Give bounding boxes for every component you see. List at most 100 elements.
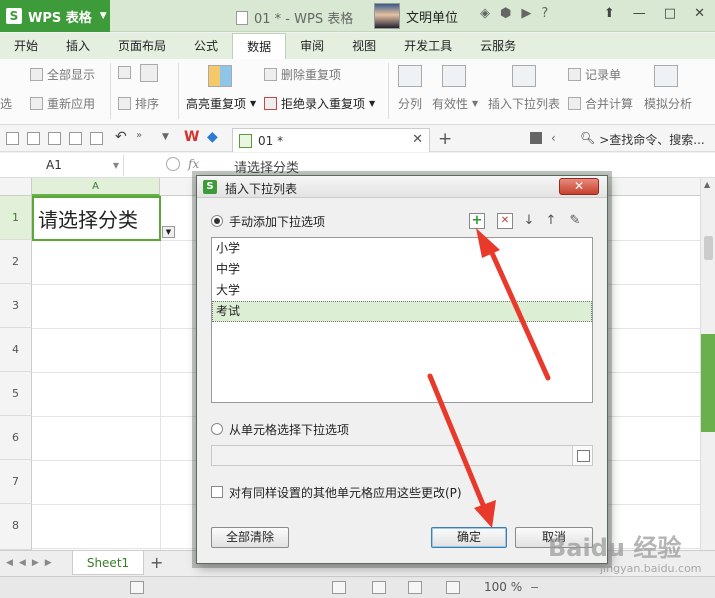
print-preview-icon[interactable] bbox=[48, 132, 61, 145]
restore-icon[interactable]: ⬆ bbox=[604, 6, 615, 21]
from-cells-radio[interactable] bbox=[211, 423, 223, 435]
close-icon[interactable]: ✕ bbox=[412, 132, 423, 147]
help-icon[interactable]: ? bbox=[541, 6, 548, 21]
save-icon[interactable] bbox=[27, 132, 40, 145]
tab-review[interactable]: 审阅 bbox=[286, 33, 338, 59]
maximize-button[interactable]: □ bbox=[664, 6, 676, 21]
simulate-button[interactable]: 模拟分析 bbox=[644, 95, 692, 112]
sheet-nav-arrows[interactable]: ◀◀▶▶ bbox=[6, 558, 58, 568]
eye-protect-icon[interactable] bbox=[446, 581, 460, 594]
split-button[interactable]: 分列 bbox=[398, 95, 422, 112]
insert-dropdown-button[interactable]: 插入下拉列表 bbox=[488, 95, 560, 112]
ok-button[interactable]: 确定 bbox=[431, 527, 507, 548]
list-item-selected[interactable]: 考试 bbox=[212, 301, 592, 322]
close-button[interactable]: ✕ bbox=[694, 6, 705, 21]
column-header-b[interactable] bbox=[160, 178, 200, 196]
wps-writer-icon[interactable]: W bbox=[184, 129, 199, 145]
cell-dropdown-button[interactable]: ▼ bbox=[162, 226, 175, 238]
zoom-icon[interactable] bbox=[166, 157, 180, 171]
clear-all-button[interactable]: 全部清除 bbox=[211, 527, 289, 548]
row-header-5[interactable]: 5 bbox=[0, 372, 32, 416]
list-item[interactable]: 中学 bbox=[212, 259, 592, 280]
share-icon[interactable]: ▶ bbox=[521, 6, 531, 21]
tab-view[interactable]: 视图 bbox=[338, 33, 390, 59]
highlight-dup-button[interactable]: 高亮重复项 ▼ bbox=[186, 95, 256, 112]
from-cells-label[interactable]: 从单元格选择下拉选项 bbox=[229, 421, 349, 438]
record-button[interactable]: 记录单 bbox=[568, 66, 621, 83]
chevron-down-icon[interactable]: ▼ bbox=[162, 132, 169, 142]
delete-item-icon[interactable]: ✕ bbox=[497, 213, 513, 229]
tab-insert[interactable]: 插入 bbox=[52, 33, 104, 59]
apply-same-label[interactable]: 对有同样设置的其他单元格应用这些更改(P) bbox=[229, 484, 462, 501]
scroll-up-icon[interactable]: ▲ bbox=[704, 180, 710, 189]
row-header-1[interactable]: 1 bbox=[0, 196, 32, 240]
tab-developer[interactable]: 开发工具 bbox=[390, 33, 466, 59]
row-header-4[interactable]: 4 bbox=[0, 328, 32, 372]
open-icon[interactable] bbox=[6, 132, 19, 145]
select-all-corner[interactable] bbox=[0, 178, 32, 196]
command-search[interactable]: 🔍︎ >查找命令、搜索... bbox=[580, 131, 705, 148]
row-header-2[interactable]: 2 bbox=[0, 240, 32, 284]
reject-dup-button[interactable]: 拒绝录入重复项 ▼ bbox=[264, 95, 375, 112]
name-box[interactable]: A1 ▼ bbox=[0, 155, 124, 176]
print-icon[interactable] bbox=[69, 132, 82, 145]
add-sheet-button[interactable]: + bbox=[150, 553, 163, 572]
move-down-icon[interactable]: ↓ bbox=[521, 213, 537, 229]
list-item[interactable]: 小学 bbox=[212, 238, 592, 259]
cell-range-input[interactable] bbox=[211, 445, 593, 466]
tab-home[interactable]: 开始 bbox=[0, 33, 52, 59]
dialog-title-bar[interactable]: S 插入下拉列表 ✕ bbox=[197, 176, 607, 198]
zoom-level[interactable]: 100 % bbox=[484, 580, 522, 594]
range-picker-icon[interactable] bbox=[572, 446, 592, 465]
tab-formulas[interactable]: 公式 bbox=[180, 33, 232, 59]
app-menu-button[interactable]: S WPS 表格 ▼ bbox=[0, 0, 110, 32]
manual-option-label[interactable]: 手动添加下拉选项 bbox=[229, 213, 325, 230]
document-tab[interactable]: 01 * ✕ bbox=[232, 128, 430, 152]
skin-icon[interactable]: ◈ bbox=[480, 6, 490, 21]
cube-icon[interactable]: ◆ bbox=[207, 129, 218, 145]
fx-icon[interactable]: fx bbox=[188, 157, 199, 171]
add-item-icon[interactable]: + bbox=[469, 213, 485, 229]
status-icon[interactable] bbox=[130, 581, 144, 594]
dialog-close-button[interactable]: ✕ bbox=[559, 178, 599, 195]
chevron-left-icon[interactable]: ‹ bbox=[551, 131, 556, 145]
remove-dup-button[interactable]: 删除重复项 bbox=[264, 66, 341, 83]
minimize-button[interactable]: — bbox=[633, 6, 646, 21]
validity-button[interactable]: 有效性 ▼ bbox=[432, 95, 478, 112]
merge-calc-button[interactable]: 合并计算 bbox=[568, 95, 633, 112]
row-header-6[interactable]: 6 bbox=[0, 416, 32, 460]
page-break-icon[interactable] bbox=[408, 581, 422, 594]
zoom-out-icon[interactable]: − bbox=[530, 581, 539, 594]
normal-view-icon[interactable] bbox=[332, 581, 346, 594]
row-header-3[interactable]: 3 bbox=[0, 284, 32, 328]
cell-a1[interactable]: 请选择分类 bbox=[32, 196, 161, 241]
page-layout-icon[interactable] bbox=[372, 581, 386, 594]
apply-same-checkbox[interactable] bbox=[211, 486, 223, 498]
sort-az-icon[interactable] bbox=[140, 64, 158, 82]
formula-input[interactable]: 请选择分类 bbox=[234, 157, 299, 176]
play-icon[interactable] bbox=[530, 132, 542, 144]
manual-option-radio[interactable] bbox=[211, 215, 223, 227]
user-account[interactable]: 文明单位 bbox=[374, 2, 458, 30]
row-header-8[interactable]: 8 bbox=[0, 504, 32, 550]
dropdown-items-list[interactable]: 小学 中学 大学 考试 bbox=[211, 237, 593, 403]
row-header-7[interactable]: 7 bbox=[0, 460, 32, 504]
column-header-a[interactable]: A bbox=[32, 178, 160, 196]
undo-icon[interactable]: ↶ bbox=[115, 129, 127, 145]
show-all-button[interactable]: 全部显示 bbox=[30, 66, 95, 83]
edit-item-icon[interactable]: ✎ bbox=[567, 213, 583, 229]
sort-asc-button[interactable] bbox=[118, 66, 131, 79]
vertical-scrollbar[interactable]: ▲ bbox=[700, 178, 715, 550]
reapply-button[interactable]: 重新应用 bbox=[30, 95, 95, 112]
sort-button[interactable]: 排序 bbox=[118, 95, 159, 112]
tab-page-layout[interactable]: 页面布局 bbox=[104, 33, 180, 59]
preview-icon[interactable] bbox=[90, 132, 103, 145]
tab-data[interactable]: 数据 bbox=[232, 33, 287, 59]
new-tab-button[interactable]: + bbox=[438, 129, 452, 149]
move-up-icon[interactable]: ↑ bbox=[543, 213, 559, 229]
scrollbar-thumb[interactable] bbox=[704, 236, 713, 260]
sheet-tab-sheet1[interactable]: Sheet1 bbox=[72, 551, 144, 575]
tab-cloud[interactable]: 云服务 bbox=[466, 33, 530, 59]
list-item[interactable]: 大学 bbox=[212, 280, 592, 301]
side-panel-handle[interactable] bbox=[701, 334, 715, 432]
